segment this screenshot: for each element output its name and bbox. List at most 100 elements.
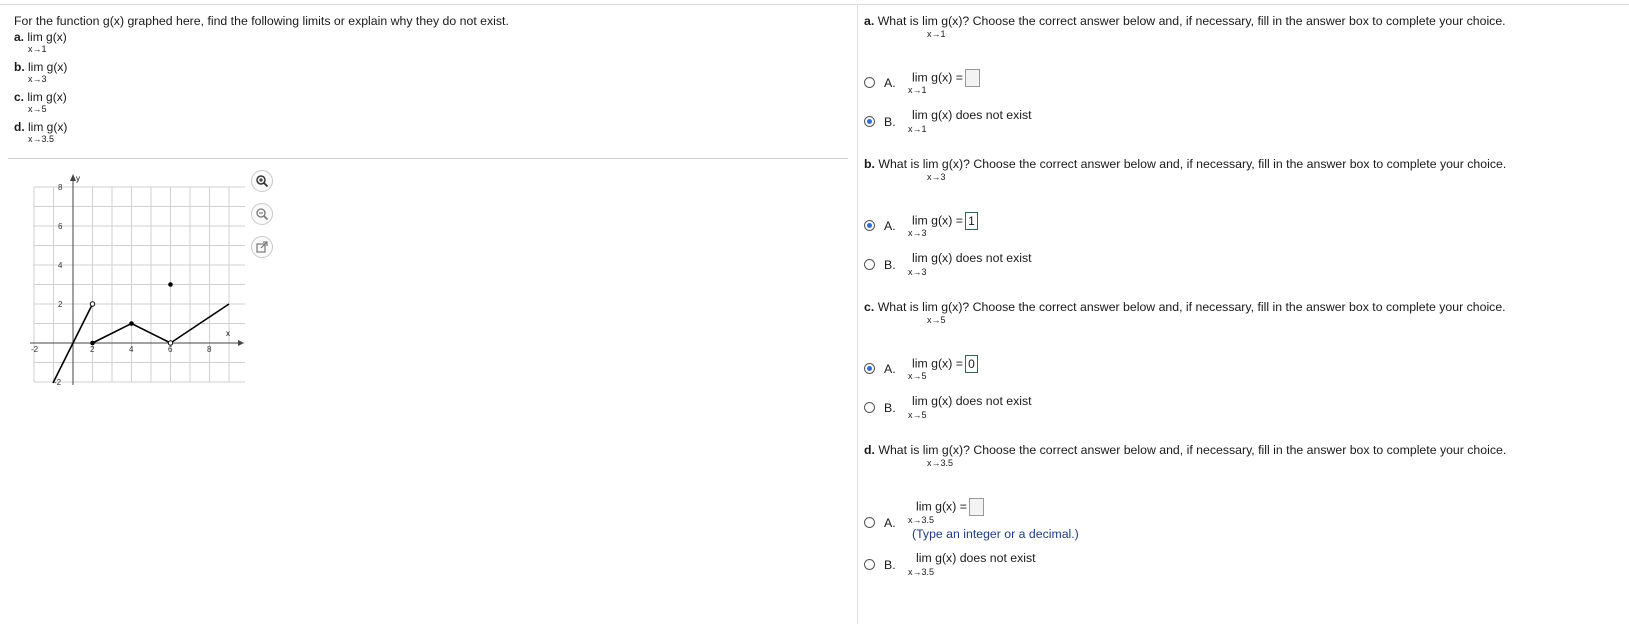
pane-divider — [857, 4, 858, 624]
function-graph: x y -2 2 4 6 8 8 6 4 2 -2 — [30, 174, 245, 387]
part-b: b. What is lim g(x)? Choose the correct … — [864, 157, 1624, 277]
open-point — [89, 301, 96, 307]
limit-item-a: a. lim g(x) x→1 — [14, 30, 844, 60]
option-sub: x→3.5 — [908, 567, 935, 577]
option-expr-text: lim g(x) = — [912, 70, 963, 85]
option-expression: lim g(x) does not exist — [912, 251, 1032, 265]
option-a[interactable]: A. lim g(x) = x→3.5 (Type an integer or … — [864, 498, 1264, 544]
part-question-sub: x→3.5 — [927, 458, 954, 468]
option-letter: B. — [884, 115, 896, 129]
item-sub: x→3.5 — [28, 134, 55, 144]
answer-box[interactable] — [968, 498, 984, 516]
option-expression: lim g(x) does not exist — [912, 108, 1032, 122]
item-letter: a. — [14, 30, 25, 44]
part-question: a. What is lim g(x)? Choose the correct … — [864, 14, 1624, 44]
item-letter: b. — [14, 60, 25, 74]
y-tick-label: 6 — [58, 222, 63, 231]
option-expression: lim g(x) does not exist — [916, 551, 1036, 565]
part-question-pre: What is — [878, 443, 920, 457]
option-letter: A. — [884, 516, 896, 530]
isolated-point — [168, 282, 173, 287]
question-pane: For the function g(x) graphed here, find… — [14, 14, 844, 150]
zoom-out-button[interactable] — [251, 203, 273, 225]
part-question-post: Choose the correct answer below and, if … — [972, 14, 1506, 28]
part-question-lim: lim g(x)? — [922, 443, 970, 457]
part-question-pre: What is — [878, 157, 920, 171]
answer-box[interactable] — [964, 69, 980, 87]
y-axis-label: y — [76, 174, 80, 183]
option-b[interactable]: B. lim g(x) does not exist x→3.5 — [864, 551, 1264, 585]
top-border — [0, 4, 1629, 5]
option-expression: lim g(x) = — [916, 498, 984, 516]
option-b[interactable]: B. lim g(x) does not exist x→5 — [864, 394, 1264, 428]
option-sub: x→3 — [908, 228, 927, 238]
option-letter: B. — [884, 258, 896, 272]
option-sub: x→1 — [908, 85, 927, 95]
answer-box[interactable]: 1 — [964, 212, 978, 230]
limit-item-c: c. lim g(x) x→5 — [14, 90, 844, 120]
y-tick-label: 4 — [58, 261, 63, 270]
open-point — [167, 340, 174, 346]
part-letter: a. — [864, 14, 875, 28]
zoom-in-icon — [256, 175, 269, 188]
part-question-post: Choose the correct answer below and, if … — [972, 300, 1506, 314]
item-expr: lim g(x) — [28, 120, 68, 134]
item-expr: lim g(x) — [28, 60, 68, 74]
part-question: c. What is lim g(x)? Choose the correct … — [864, 300, 1624, 330]
x-axis-label: x — [226, 329, 230, 338]
question-text: For the function g(x) graphed here, find… — [14, 14, 509, 28]
option-a[interactable]: A. lim g(x) = x→1 — [864, 69, 1264, 103]
x-tick-label: -2 — [31, 345, 39, 354]
radio-button-selected[interactable] — [864, 220, 875, 231]
part-question-pre: What is — [877, 14, 919, 28]
part-question-lim: lim g(x)? — [922, 300, 970, 314]
item-sub: x→5 — [28, 104, 47, 114]
part-letter: d. — [864, 443, 875, 457]
option-sub: x→5 — [908, 371, 927, 381]
zoom-in-button[interactable] — [251, 170, 273, 192]
option-sub: x→5 — [908, 410, 927, 420]
radio-button-selected[interactable] — [864, 116, 875, 127]
option-b[interactable]: B. lim g(x) does not exist x→3 — [864, 251, 1264, 285]
part-a: a. What is lim g(x)? Choose the correct … — [864, 14, 1624, 134]
x-tick-label: 2 — [90, 345, 95, 354]
popout-icon — [256, 241, 268, 253]
item-expr: lim g(x) — [27, 30, 67, 44]
part-c: c. What is lim g(x)? Choose the correct … — [864, 300, 1624, 420]
popout-button[interactable] — [251, 236, 273, 258]
limit-item-b: b. lim g(x) x→3 — [14, 60, 844, 90]
radio-button[interactable] — [864, 402, 875, 413]
x-tick-label: 8 — [207, 345, 212, 354]
answer-hint: (Type an integer or a decimal.) — [912, 527, 1079, 541]
y-tick-label: 2 — [58, 300, 63, 309]
section-separator — [8, 158, 848, 159]
part-question-post: Choose the correct answer below and, if … — [973, 443, 1507, 457]
x-axis-arrow — [238, 340, 244, 346]
part-question: b. What is lim g(x)? Choose the correct … — [864, 157, 1624, 187]
item-letter: c. — [14, 90, 25, 104]
option-a[interactable]: A. lim g(x) = 0 x→5 — [864, 355, 1264, 389]
option-letter: A. — [884, 76, 896, 90]
option-b[interactable]: B. lim g(x) does not exist x→1 — [864, 108, 1264, 142]
zoom-out-icon — [256, 208, 269, 221]
part-letter: b. — [864, 157, 875, 171]
option-letter: B. — [884, 401, 896, 415]
item-sub: x→3 — [28, 74, 47, 84]
radio-button[interactable] — [864, 259, 875, 270]
item-expr: lim g(x) — [27, 90, 67, 104]
radio-button[interactable] — [864, 559, 875, 570]
item-sub: x→1 — [28, 44, 47, 54]
radio-button[interactable] — [864, 77, 875, 88]
option-letter: A. — [884, 219, 896, 233]
option-sub: x→3 — [908, 267, 927, 277]
option-expression: lim g(x) does not exist — [912, 394, 1032, 408]
option-sub: x→1 — [908, 124, 927, 134]
option-a[interactable]: A. lim g(x) = 1 x→3 — [864, 212, 1264, 246]
option-sub: x→3.5 — [908, 515, 935, 525]
option-letter: B. — [884, 558, 896, 572]
limit-item-d: d. lim g(x) x→3.5 — [14, 120, 844, 150]
part-question-sub: x→3 — [927, 172, 946, 182]
radio-button[interactable] — [864, 517, 875, 528]
radio-button-selected[interactable] — [864, 363, 875, 374]
answer-box[interactable]: 0 — [964, 355, 978, 373]
